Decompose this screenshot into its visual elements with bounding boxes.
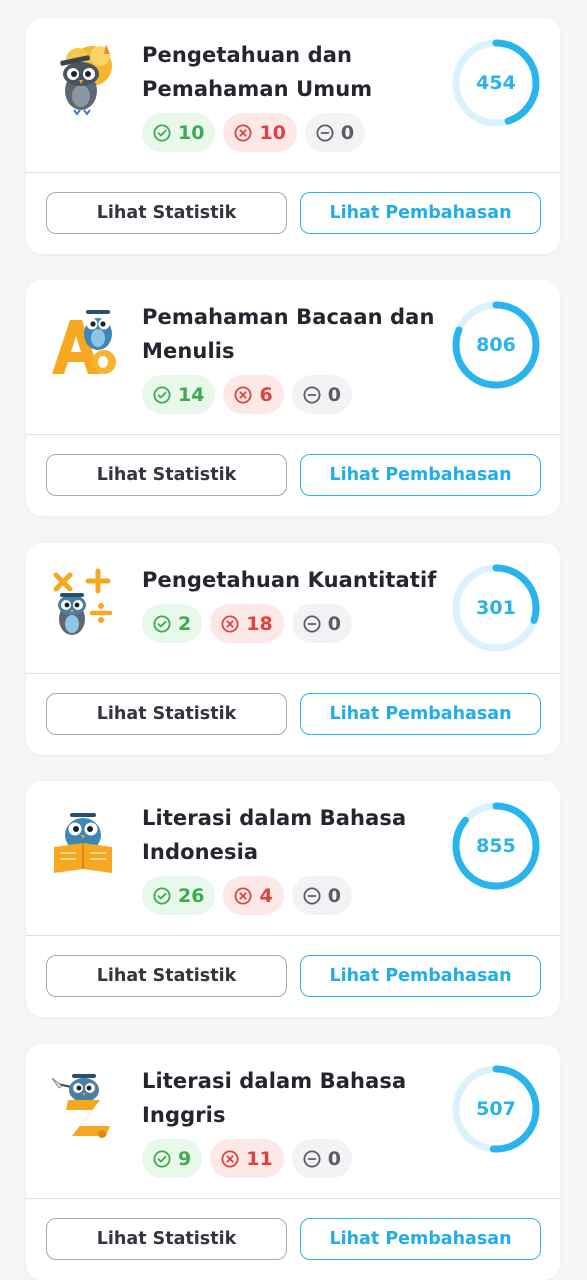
view-discussion-button[interactable]: Lihat Pembahasan	[300, 192, 541, 234]
empty-count: 0	[327, 612, 341, 635]
subject-card-bacaan-menulis: Pemahaman Bacaan dan Menulis 14 6 0 806 …	[26, 280, 560, 516]
owl-scroll-icon	[48, 1064, 118, 1144]
subject-title: Pengetahuan Kuantitatif	[142, 568, 437, 592]
x-circle-icon	[234, 887, 252, 904]
empty-count-badge: 0	[304, 113, 366, 152]
wrong-count: 10	[259, 121, 286, 144]
answer-summary: 9 11 0	[142, 1139, 352, 1178]
wrong-count-badge: 4	[223, 876, 284, 915]
owl-letters-icon	[48, 300, 118, 380]
correct-count-badge: 14	[142, 375, 216, 414]
score-value: 454	[476, 72, 516, 94]
view-statistics-button[interactable]: Lihat Statistik	[46, 1218, 287, 1260]
wrong-count: 18	[246, 612, 273, 635]
x-circle-icon	[234, 386, 252, 403]
score-value: 301	[476, 597, 516, 619]
check-circle-icon	[153, 1150, 171, 1167]
x-circle-icon	[234, 124, 252, 141]
score-ring: 301	[450, 562, 542, 654]
empty-count-badge: 0	[291, 1139, 352, 1178]
subject-card-kuantitatif: Pengetahuan Kuantitatif 2 18 0 301 Lihat…	[26, 543, 560, 755]
wrong-count: 4	[259, 884, 273, 907]
score-results-list: Pengetahuan dan Pemahaman Umum 10 10 0 4…	[0, 0, 587, 1280]
wrong-count: 6	[259, 383, 273, 406]
correct-count: 10	[178, 121, 205, 144]
check-circle-icon	[153, 386, 171, 403]
owl-lightbulb-icon	[48, 38, 118, 118]
x-circle-icon	[221, 615, 239, 632]
score-ring: 855	[450, 800, 542, 892]
score-value: 507	[476, 1098, 516, 1120]
score-ring: 507	[450, 1063, 542, 1155]
wrong-count: 11	[246, 1147, 273, 1170]
view-statistics-button[interactable]: Lihat Statistik	[46, 693, 287, 735]
view-discussion-button[interactable]: Lihat Pembahasan	[300, 1218, 541, 1260]
empty-count: 0	[340, 121, 355, 144]
subject-card-literasi-inggris: Literasi dalam Bahasa Inggris 9 11 0 507…	[26, 1044, 560, 1280]
subject-title: Pemahaman Bacaan dan Menulis	[142, 305, 435, 363]
subject-title: Literasi dalam Bahasa Indonesia	[142, 806, 407, 864]
view-statistics-button[interactable]: Lihat Statistik	[46, 955, 287, 997]
view-statistics-button[interactable]: Lihat Statistik	[46, 454, 287, 496]
x-circle-icon	[221, 1150, 239, 1167]
correct-count: 14	[178, 383, 205, 406]
subject-card-pengetahuan-umum: Pengetahuan dan Pemahaman Umum 10 10 0 4…	[26, 18, 560, 254]
score-ring: 806	[450, 299, 542, 391]
empty-count: 0	[327, 1147, 341, 1170]
correct-count-badge: 9	[142, 1139, 203, 1178]
correct-count-badge: 2	[142, 604, 203, 643]
score-value: 855	[476, 835, 516, 857]
wrong-count-badge: 18	[210, 604, 284, 643]
correct-count: 26	[178, 884, 205, 907]
wrong-count-badge: 6	[223, 375, 284, 414]
minus-circle-icon	[316, 124, 334, 141]
minus-circle-icon	[303, 887, 321, 904]
correct-count-badge: 26	[142, 876, 216, 915]
subject-title: Literasi dalam Bahasa Inggris	[142, 1069, 407, 1127]
empty-count-badge: 0	[291, 375, 352, 414]
view-discussion-button[interactable]: Lihat Pembahasan	[300, 454, 541, 496]
answer-summary: 26 4 0	[142, 876, 352, 915]
minus-circle-icon	[303, 386, 321, 403]
subject-title: Pengetahuan dan Pemahaman Umum	[142, 43, 373, 101]
view-discussion-button[interactable]: Lihat Pembahasan	[300, 693, 541, 735]
score-ring: 454	[450, 37, 542, 129]
owl-reading-icon	[48, 801, 118, 881]
answer-summary: 2 18 0	[142, 604, 352, 643]
empty-count: 0	[327, 884, 341, 907]
correct-count: 9	[178, 1147, 192, 1170]
empty-count: 0	[327, 383, 341, 406]
wrong-count-badge: 10	[223, 113, 297, 152]
view-statistics-button[interactable]: Lihat Statistik	[46, 192, 287, 234]
check-circle-icon	[153, 887, 171, 904]
subject-card-literasi-indonesia: Literasi dalam Bahasa Indonesia 26 4 0 8…	[26, 781, 560, 1017]
answer-summary: 10 10 0	[142, 113, 366, 152]
owl-math-icon	[48, 563, 118, 643]
empty-count-badge: 0	[291, 604, 352, 643]
view-discussion-button[interactable]: Lihat Pembahasan	[300, 955, 541, 997]
correct-count: 2	[178, 612, 192, 635]
wrong-count-badge: 11	[210, 1139, 284, 1178]
score-value: 806	[476, 334, 516, 356]
correct-count-badge: 10	[142, 113, 216, 152]
check-circle-icon	[153, 124, 171, 141]
minus-circle-icon	[303, 1150, 321, 1167]
empty-count-badge: 0	[291, 876, 352, 915]
minus-circle-icon	[303, 615, 321, 632]
check-circle-icon	[153, 615, 171, 632]
answer-summary: 14 6 0	[142, 375, 352, 414]
